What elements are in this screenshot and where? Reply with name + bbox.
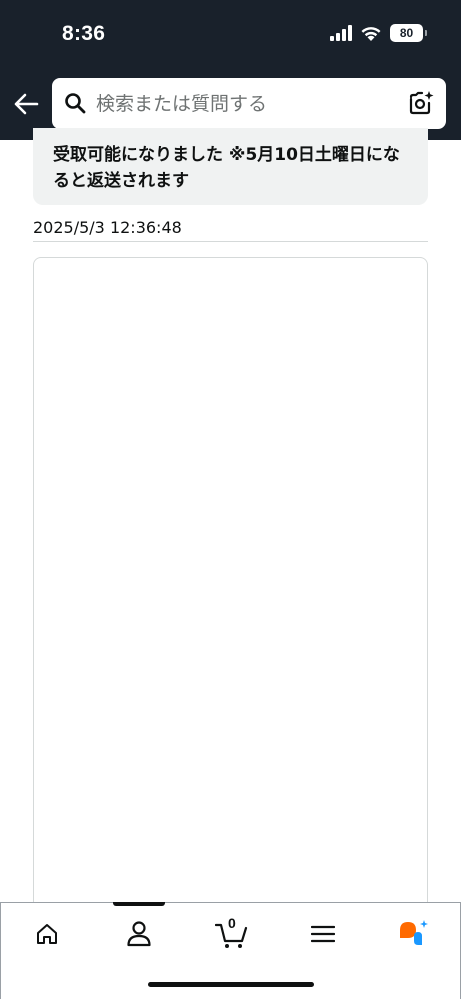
search-box[interactable] [52,78,446,129]
search-icon [65,93,86,114]
nav-home[interactable] [30,917,64,951]
status-icons: 80 [330,24,427,42]
message-box: 受取可能になりました ※5月10日土曜日になると返送されます [33,128,428,205]
signal-icon [330,25,352,41]
status-time: 8:36 [62,22,106,45]
status-bar: 8:36 80 [0,0,461,70]
nav-menu[interactable] [306,917,340,951]
camera-search-icon[interactable] [408,90,434,116]
content-card [33,257,428,937]
rufus-icon [400,920,428,945]
message-timestamp: 2025/5/3 12:36:48 [33,218,182,237]
battery-indicator: 80 [390,24,427,42]
wifi-icon [361,27,381,41]
home-indicator [148,982,314,987]
menu-icon [311,925,335,943]
nav-cart[interactable]: 0 [214,915,250,951]
back-arrow-icon[interactable] [12,90,40,118]
battery-level: 80 [399,26,414,40]
home-icon [37,924,57,944]
divider [33,241,428,242]
cart-count: 0 [228,915,236,931]
search-input[interactable] [96,78,396,129]
message-text: 受取可能になりました ※5月10日土曜日になると返送されます [53,145,400,191]
active-tab-indicator [113,902,165,906]
nav-rufus[interactable] [397,917,431,951]
account-icon [127,921,151,947]
nav-account[interactable] [122,917,156,951]
